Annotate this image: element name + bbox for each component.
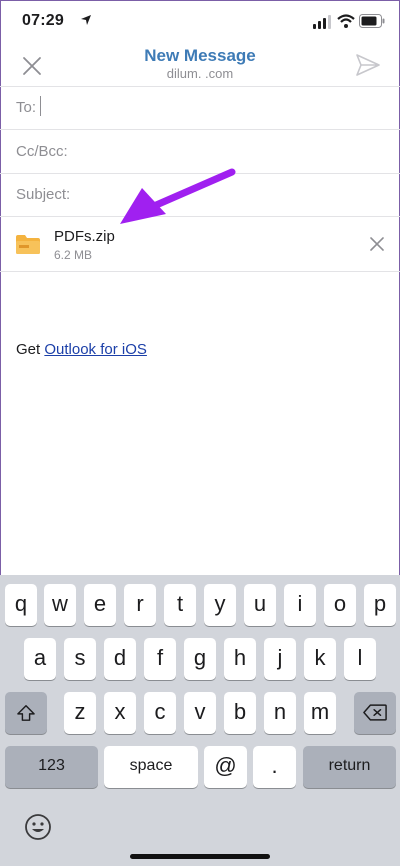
cellular-signal-icon [313, 15, 331, 29]
signature-prefix: Get [16, 341, 45, 358]
status-bar: 07:29 [0, 0, 400, 44]
key-m[interactable]: m [304, 692, 336, 734]
key-t[interactable]: t [164, 584, 196, 626]
key-h[interactable]: h [224, 638, 256, 680]
key-p[interactable]: p [364, 584, 396, 626]
return-key[interactable]: return [303, 746, 396, 788]
space-key[interactable]: space [104, 746, 198, 788]
key-f[interactable]: f [144, 638, 176, 680]
key-b[interactable]: b [224, 692, 256, 734]
key-r[interactable]: r [124, 584, 156, 626]
text-cursor [40, 96, 41, 116]
key-z[interactable]: z [64, 692, 96, 734]
key-g[interactable]: g [184, 638, 216, 680]
at-key[interactable]: @ [204, 746, 247, 788]
key-n[interactable]: n [264, 692, 296, 734]
key-k[interactable]: k [304, 638, 336, 680]
sender-account[interactable]: dilum. .com [0, 66, 400, 81]
key-c[interactable]: c [144, 692, 176, 734]
key-i[interactable]: i [284, 584, 316, 626]
divider [0, 271, 400, 272]
send-icon[interactable] [354, 52, 382, 78]
shift-icon [17, 705, 35, 721]
key-x[interactable]: x [104, 692, 136, 734]
key-q[interactable]: q [5, 584, 37, 626]
backspace-icon [363, 704, 387, 721]
compose-header: New Message dilum. .com [0, 44, 400, 86]
key-l[interactable]: l [344, 638, 376, 680]
key-o[interactable]: o [324, 584, 356, 626]
key-v[interactable]: v [184, 692, 216, 734]
page-title: New Message [144, 46, 256, 65]
backspace-key[interactable] [354, 692, 396, 734]
emoji-icon[interactable] [24, 813, 52, 841]
shift-key[interactable] [5, 692, 47, 734]
period-key[interactable]: . [253, 746, 296, 788]
battery-icon [359, 14, 385, 28]
key-j[interactable]: j [264, 638, 296, 680]
status-time: 07:29 [22, 12, 64, 29]
cc-bcc-label: Cc/Bcc: [16, 143, 68, 160]
outlook-ios-link[interactable]: Outlook for iOS [44, 341, 147, 358]
key-e[interactable]: e [84, 584, 116, 626]
home-indicator[interactable] [130, 854, 270, 859]
location-arrow-icon [81, 15, 91, 25]
key-y[interactable]: y [204, 584, 236, 626]
key-d[interactable]: d [104, 638, 136, 680]
to-field[interactable]: To: [0, 86, 400, 130]
key-w[interactable]: w [44, 584, 76, 626]
email-signature: Get Outlook for iOS [16, 341, 147, 358]
annotation-arrow [120, 168, 236, 224]
subject-label: Subject: [16, 186, 71, 203]
attachment-name: PDFs.zip [54, 228, 115, 245]
zip-folder-icon [16, 235, 40, 254]
to-label: To: [16, 99, 37, 116]
key-s[interactable]: s [64, 638, 96, 680]
wifi-icon [337, 14, 355, 28]
numbers-key[interactable]: 123 [5, 746, 98, 788]
key-u[interactable]: u [244, 584, 276, 626]
attachment-size: 6.2 MB [54, 248, 93, 262]
remove-attachment-icon[interactable] [368, 235, 386, 253]
key-a[interactable]: a [24, 638, 56, 680]
